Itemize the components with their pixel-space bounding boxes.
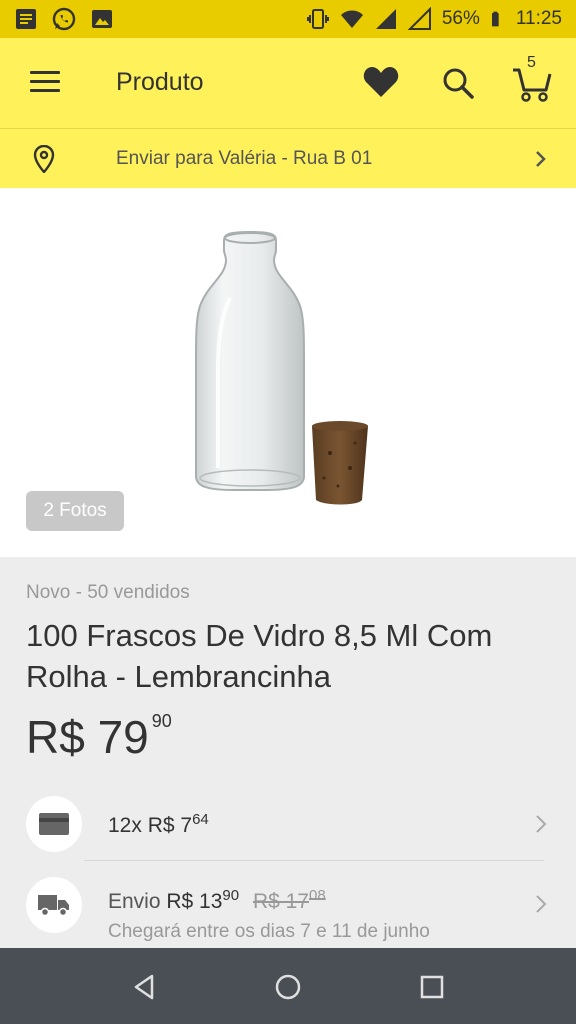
price-main: R$ 79 [26, 711, 149, 763]
favorite-heart-icon[interactable] [363, 66, 399, 98]
chevron-right-icon [536, 151, 546, 167]
vibrate-icon [306, 9, 329, 29]
product-image [195, 230, 368, 505]
photos-count-badge[interactable]: 2 Fotos [26, 491, 124, 531]
whatsapp-icon [52, 7, 76, 31]
system-navigation-bar [0, 948, 576, 1024]
card-icon-circle [26, 796, 82, 852]
shipping-price-label: Envio R$ 1390 R$ 1708 [108, 887, 326, 913]
cart-count-badge: 5 [527, 54, 536, 71]
menu-button[interactable] [30, 71, 60, 93]
product-image-gallery[interactable]: 2 Fotos [0, 188, 576, 557]
product-condition: Novo - 50 vendidos [26, 582, 190, 603]
truck-icon [38, 895, 69, 917]
home-icon[interactable] [273, 972, 303, 1002]
signal-icon [375, 9, 396, 29]
chevron-right-icon [536, 815, 547, 833]
shipping-row[interactable]: Envio R$ 1390 R$ 1708 Chegará entre os d… [0, 869, 576, 942]
page-title: Produto [116, 68, 204, 96]
truck-icon-circle [26, 877, 82, 933]
gallery-icon [92, 10, 112, 28]
chevron-right-icon [536, 895, 547, 913]
recent-apps-icon[interactable] [417, 972, 447, 1002]
product-title: 100 Frascos De Vidro 8,5 Ml Com Rolha - … [26, 618, 493, 694]
app-bar: Produto 5 [0, 38, 576, 128]
installments-label: 12x R$ 764 [108, 810, 209, 837]
signal-empty-icon [407, 7, 431, 30]
divider [84, 860, 544, 861]
hamburger-icon [30, 71, 60, 74]
price-cents: 90 [151, 711, 172, 731]
delivery-estimate: Chegará entre os dias 7 e 11 de junho [108, 921, 430, 942]
product-info: Novo - 50 vendidos 100 Frascos De Vidro … [0, 557, 576, 948]
shipping-address-bar[interactable]: Enviar para Valéria - Rua B 01 [0, 128, 576, 188]
old-shipping-price: R$ 1708 [252, 887, 326, 913]
clock: 11:25 [515, 8, 562, 29]
battery-percent: 56% [441, 8, 480, 29]
location-pin-icon [33, 145, 55, 173]
back-icon[interactable] [130, 972, 160, 1002]
product-price: R$ 79 90 [26, 709, 172, 765]
battery-icon [491, 11, 499, 27]
status-bar: 56% 11:25 [0, 0, 576, 38]
wifi-icon [340, 10, 363, 28]
installments-row[interactable]: 12x R$ 764 [0, 788, 576, 860]
search-icon[interactable] [441, 66, 475, 100]
notes-icon [16, 9, 36, 29]
credit-card-icon [39, 813, 69, 835]
shipping-address-text: Enviar para Valéria - Rua B 01 [116, 148, 373, 169]
